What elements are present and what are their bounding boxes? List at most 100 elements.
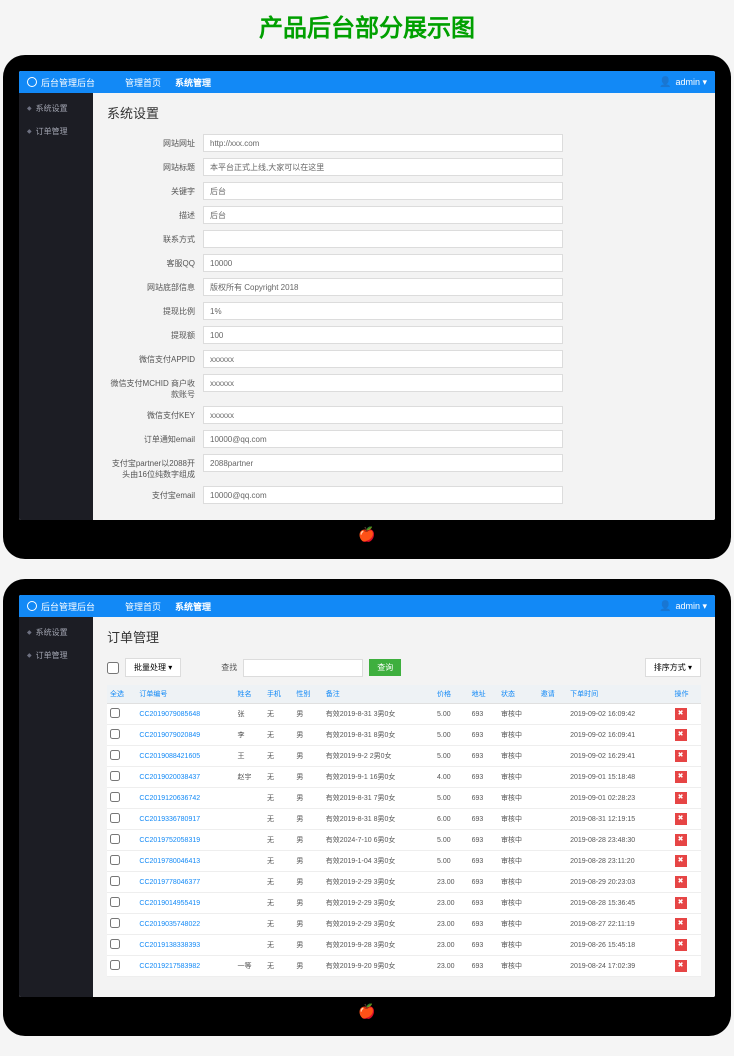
delete-icon[interactable]: ✖: [675, 897, 687, 909]
order-no[interactable]: CC2019752058319: [136, 830, 234, 851]
search-input[interactable]: [243, 659, 363, 677]
form-row: 网站底部信息: [107, 278, 701, 296]
brand-text-2: 后台管理后台: [41, 600, 95, 613]
form-input[interactable]: [203, 278, 563, 296]
order-no[interactable]: CC2019035748022: [136, 914, 234, 935]
form-row: 关键字: [107, 182, 701, 200]
delete-icon[interactable]: ✖: [675, 729, 687, 741]
delete-icon[interactable]: ✖: [675, 939, 687, 951]
form-label: 支付宝partner以2088开头由16位纯数字组成: [107, 454, 203, 480]
form-input[interactable]: [203, 374, 563, 392]
form-input[interactable]: [203, 182, 563, 200]
row-checkbox[interactable]: [110, 834, 120, 844]
row-checkbox[interactable]: [110, 708, 120, 718]
form-input[interactable]: [203, 302, 563, 320]
form-label: 描述: [107, 206, 203, 221]
delete-icon[interactable]: ✖: [675, 750, 687, 762]
row-action[interactable]: ✖: [672, 788, 701, 809]
form-input[interactable]: [203, 158, 563, 176]
cell-name: [235, 830, 264, 851]
sidebar-item-settings-2[interactable]: 系统设置: [19, 621, 93, 644]
row-action[interactable]: ✖: [672, 851, 701, 872]
order-no[interactable]: CC2019014955419: [136, 893, 234, 914]
form-input[interactable]: [203, 350, 563, 368]
row-action[interactable]: ✖: [672, 767, 701, 788]
row-checkbox[interactable]: [110, 771, 120, 781]
row-action[interactable]: ✖: [672, 872, 701, 893]
cell-name: [235, 788, 264, 809]
order-no[interactable]: CC2019088421605: [136, 746, 234, 767]
cell-time: 2019-09-02 16:09:41: [567, 725, 671, 746]
order-no[interactable]: CC2019780046413: [136, 851, 234, 872]
table-header[interactable]: 全选: [107, 685, 136, 704]
delete-icon[interactable]: ✖: [675, 771, 687, 783]
row-checkbox[interactable]: [110, 939, 120, 949]
order-no[interactable]: CC2019079020849: [136, 725, 234, 746]
nav-system[interactable]: 系统管理: [175, 76, 211, 89]
row-action[interactable]: ✖: [672, 956, 701, 977]
form-input[interactable]: [203, 486, 563, 504]
cell-price: 23.00: [434, 872, 469, 893]
table-row: CC2019780046413无男有效2019-1-04 3男0女5.00693…: [107, 851, 701, 872]
form-input[interactable]: [203, 430, 563, 448]
nav-system-2[interactable]: 系统管理: [175, 600, 211, 613]
nav-home-2[interactable]: 管理首页: [125, 600, 161, 613]
form-input[interactable]: [203, 406, 563, 424]
form-input[interactable]: [203, 206, 563, 224]
delete-icon[interactable]: ✖: [675, 876, 687, 888]
row-checkbox[interactable]: [110, 897, 120, 907]
bulk-action-dropdown[interactable]: 批量处理 ▾: [125, 658, 181, 677]
row-checkbox[interactable]: [110, 792, 120, 802]
sidebar-2: 系统设置 订单管理: [19, 617, 93, 997]
delete-icon[interactable]: ✖: [675, 792, 687, 804]
order-no[interactable]: CC2019778046377: [136, 872, 234, 893]
row-action[interactable]: ✖: [672, 809, 701, 830]
delete-icon[interactable]: ✖: [675, 855, 687, 867]
delete-icon[interactable]: ✖: [675, 813, 687, 825]
form-input[interactable]: [203, 230, 563, 248]
row-checkbox[interactable]: [110, 918, 120, 928]
row-checkbox[interactable]: [110, 855, 120, 865]
row-checkbox[interactable]: [110, 876, 120, 886]
orders-title: 订单管理: [107, 627, 701, 646]
delete-icon[interactable]: ✖: [675, 834, 687, 846]
nav-home[interactable]: 管理首页: [125, 76, 161, 89]
form-input[interactable]: [203, 326, 563, 344]
row-action[interactable]: ✖: [672, 935, 701, 956]
sidebar-item-orders[interactable]: 订单管理: [19, 120, 93, 143]
order-no[interactable]: CC2019020038437: [136, 767, 234, 788]
row-action[interactable]: ✖: [672, 914, 701, 935]
row-checkbox[interactable]: [110, 960, 120, 970]
select-all-checkbox[interactable]: [107, 662, 119, 674]
order-no[interactable]: CC2019138338393: [136, 935, 234, 956]
cell-status: 审核中: [498, 851, 538, 872]
order-no[interactable]: CC2019079085648: [136, 704, 234, 725]
user-area-2[interactable]: 👤 admin ▾: [659, 601, 707, 612]
order-no[interactable]: CC2019336780917: [136, 809, 234, 830]
row-action[interactable]: ✖: [672, 725, 701, 746]
cell-time: 2019-08-24 17:02:39: [567, 956, 671, 977]
row-action[interactable]: ✖: [672, 893, 701, 914]
row-action[interactable]: ✖: [672, 830, 701, 851]
row-checkbox[interactable]: [110, 750, 120, 760]
user-area[interactable]: 👤 admin ▾: [659, 77, 707, 88]
row-checkbox[interactable]: [110, 813, 120, 823]
order-no[interactable]: CC2019120636742: [136, 788, 234, 809]
delete-icon[interactable]: ✖: [675, 708, 687, 720]
row-action[interactable]: ✖: [672, 746, 701, 767]
row-checkbox[interactable]: [110, 729, 120, 739]
order-no[interactable]: CC2019217583982: [136, 956, 234, 977]
sort-dropdown[interactable]: 排序方式 ▾: [645, 658, 701, 677]
sidebar-item-settings[interactable]: 系统设置: [19, 97, 93, 120]
cell-time: 2019-09-02 16:29:41: [567, 746, 671, 767]
form-input[interactable]: [203, 454, 563, 472]
cell-note: 有效2019-8-31 3男0女: [323, 704, 434, 725]
form-input[interactable]: [203, 254, 563, 272]
form-input[interactable]: [203, 134, 563, 152]
cell-price: 6.00: [434, 809, 469, 830]
sidebar-item-orders-2[interactable]: 订单管理: [19, 644, 93, 667]
delete-icon[interactable]: ✖: [675, 960, 687, 972]
delete-icon[interactable]: ✖: [675, 918, 687, 930]
search-button[interactable]: 查询: [369, 659, 401, 676]
row-action[interactable]: ✖: [672, 704, 701, 725]
